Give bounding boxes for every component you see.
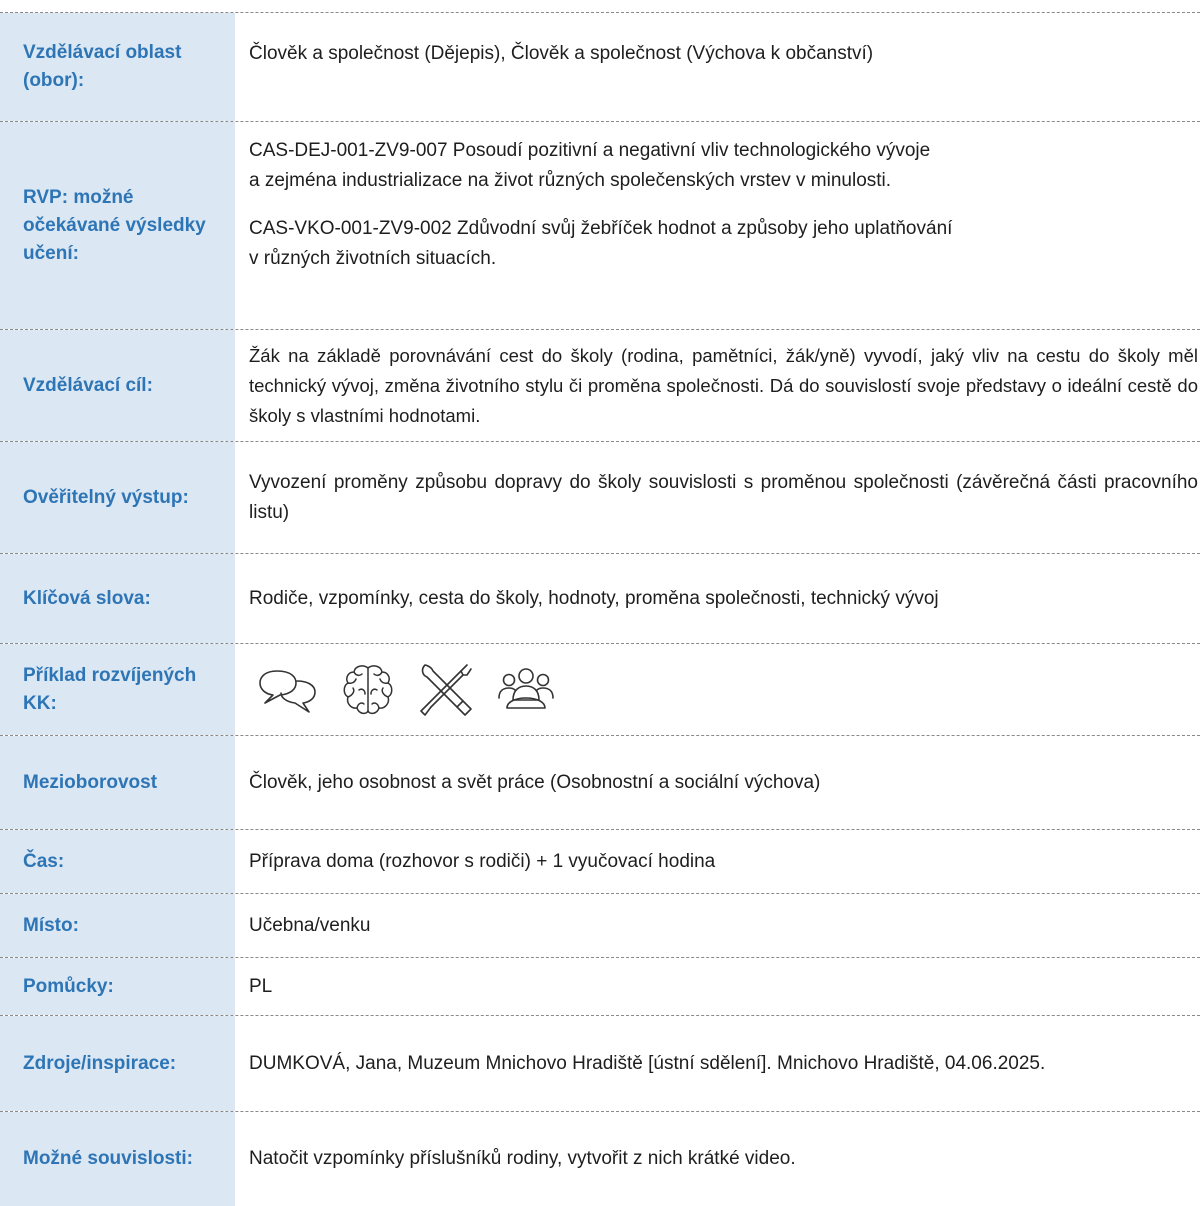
row-value: Natočit vzpomínky příslušníků rodiny, vy…: [249, 1148, 796, 1169]
row-vystup: Ověřitelný výstup: Vyvození proměny způs…: [0, 442, 1200, 554]
row-value: Člověk, jeho osobnost a svět práce (Osob…: [249, 771, 821, 793]
row-label: Vzdělávací cíl:: [23, 374, 153, 396]
row-value-cell: [235, 644, 1200, 735]
row-label: Ověřitelný výstup:: [23, 486, 189, 508]
rvp-outcome-1: CAS-DEJ-001-ZV9-007 Posoudí pozitivní a …: [249, 136, 1198, 196]
row-label-cell: Vzdělávací cíl:: [0, 330, 235, 441]
row-rvp: RVP: možné očekávané výsledky učení: CAS…: [0, 122, 1200, 330]
lesson-info-table: Vzdělávací oblast (obor): Člověk a spole…: [0, 0, 1200, 1206]
row-value: Učebna/venku: [249, 914, 371, 936]
row-label: Mezioborovost: [23, 771, 158, 793]
row-value-cell: Příprava doma (rozhovor s rodiči) + 1 vy…: [235, 830, 1200, 893]
row-value-cell: Žák na základě porovnávání cest do školy…: [235, 330, 1200, 441]
rvp-outcome-2-line-1: CAS-VKO-001-ZV9-002 Zdůvodní svůj žebříč…: [249, 218, 953, 239]
speech-bubbles-icon: [259, 669, 316, 713]
row-label: Vzdělávací oblast (obor):: [23, 42, 182, 91]
row-value-cell: PL: [235, 958, 1200, 1015]
rvp-outcome-1-line-2: a zejména industrializace na život různý…: [249, 170, 892, 191]
row-label: Čas:: [23, 850, 65, 872]
rvp-outcome-1-line-1: CAS-DEJ-001-ZV9-007 Posoudí pozitivní a …: [249, 140, 931, 161]
row-label: Zdroje/inspirace:: [23, 1052, 177, 1074]
rvp-outcome-2-line-2: v různých životních situacích.: [249, 248, 497, 269]
row-label: Pomůcky:: [23, 975, 114, 997]
row-souvislosti: Možné souvislosti: Natočit vzpomínky pří…: [0, 1112, 1200, 1206]
row-label-cell: Ověřitelný výstup:: [0, 442, 235, 553]
row-value: DUMKOVÁ, Jana, Muzeum Mnichovo Hradiště …: [249, 1052, 1046, 1074]
row-value: PL: [249, 975, 273, 997]
row-value: Příprava doma (rozhovor s rodiči) + 1 vy…: [249, 850, 716, 872]
row-label-cell: Vzdělávací oblast (obor):: [0, 13, 235, 121]
row-value-cell: Rodiče, vzpomínky, cesta do školy, hodno…: [235, 554, 1200, 643]
row-label-cell: RVP: možné očekávané výsledky učení:: [0, 122, 235, 329]
row-label: Příklad rozvíjených KK:: [23, 664, 197, 714]
row-value-cell: Člověk a společnost (Dějepis), Člověk a …: [235, 13, 1200, 121]
row-label: RVP: možné očekávané výsledky učení:: [23, 186, 206, 264]
row-value: Člověk a společnost (Dějepis), Člověk a …: [249, 43, 874, 64]
row-label-cell: Čas:: [0, 830, 235, 893]
rvp-outcome-2: CAS-VKO-001-ZV9-002 Zdůvodní svůj žebříč…: [249, 214, 1198, 274]
row-value-cell: CAS-DEJ-001-ZV9-007 Posoudí pozitivní a …: [235, 122, 1200, 329]
row-cas: Čas: Příprava doma (rozhovor s rodiči) +…: [0, 830, 1200, 894]
people-group-icon: [498, 667, 554, 709]
row-value-cell: Člověk, jeho osobnost a svět práce (Osob…: [235, 736, 1200, 829]
row-value-cell: Natočit vzpomínky příslušníků rodiny, vy…: [235, 1112, 1200, 1206]
row-label-cell: Pomůcky:: [0, 958, 235, 1015]
row-oblast: Vzdělávací oblast (obor): Člověk a spole…: [0, 12, 1200, 122]
row-label-cell: Příklad rozvíjených KK:: [0, 644, 235, 735]
row-mezi: Mezioborovost Člověk, jeho osobnost a sv…: [0, 736, 1200, 830]
row-pomucky: Pomůcky: PL: [0, 958, 1200, 1016]
row-label-cell: Možné souvislosti:: [0, 1112, 235, 1206]
row-cil: Vzdělávací cíl: Žák na základě porovnává…: [0, 330, 1200, 442]
row-value-cell: Vyvození proměny způsobu dopravy do škol…: [235, 442, 1200, 553]
row-misto: Místo: Učebna/venku: [0, 894, 1200, 958]
row-label: Možné souvislosti:: [23, 1148, 193, 1169]
row-label: Klíčová slova:: [23, 587, 151, 609]
row-value: Rodiče, vzpomínky, cesta do školy, hodno…: [249, 587, 939, 609]
competency-icons: [249, 661, 1198, 719]
row-label: Místo:: [23, 914, 79, 936]
row-value: Žák na základě porovnávání cest do školy…: [249, 344, 1198, 426]
brain-icon: [343, 664, 393, 714]
row-slova: Klíčová slova: Rodiče, vzpomínky, cesta …: [0, 554, 1200, 644]
row-kk: Příklad rozvíjených KK:: [0, 644, 1200, 736]
row-value-cell: DUMKOVÁ, Jana, Muzeum Mnichovo Hradiště …: [235, 1016, 1200, 1111]
row-label-cell: Místo:: [0, 894, 235, 957]
row-zdroje: Zdroje/inspirace: DUMKOVÁ, Jana, Muzeum …: [0, 1016, 1200, 1112]
tools-icon: [420, 663, 472, 716]
row-label-cell: Zdroje/inspirace:: [0, 1016, 235, 1111]
row-value: Vyvození proměny způsobu dopravy do škol…: [249, 471, 1198, 523]
row-label-cell: Klíčová slova:: [0, 554, 235, 643]
row-value-cell: Učebna/venku: [235, 894, 1200, 957]
row-label-cell: Mezioborovost: [0, 736, 235, 829]
